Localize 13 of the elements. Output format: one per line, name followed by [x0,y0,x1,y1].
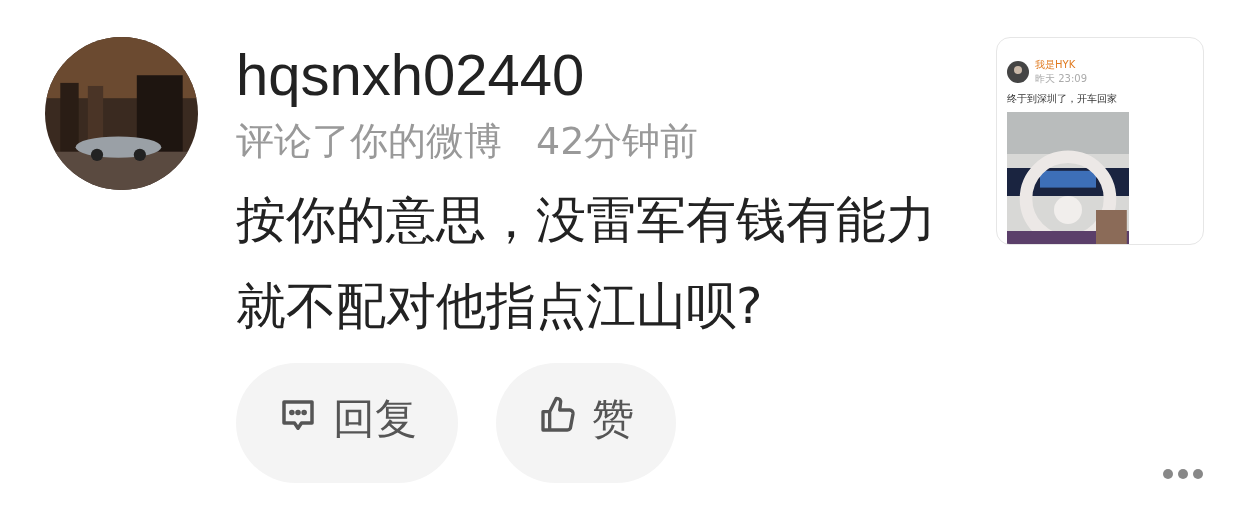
more-icon[interactable] [1162,468,1204,480]
username[interactable]: hqsnxh02440 [236,37,956,113]
comment-time: 42分钟前 [536,119,699,163]
reply-button[interactable]: 回复 [236,363,458,483]
avatar-icon [1007,61,1029,83]
post-preview-card[interactable]: 我是HYK 昨天 23:09 终于到深圳了，开车回家 [996,37,1204,245]
like-button[interactable]: 赞 [496,363,676,483]
post-author: 我是HYK [1035,58,1077,72]
post-time: 昨天 23:09 [1035,72,1087,86]
comment-text: 按你的意思，没雷军有钱有能力就不配对他指点江山呗? [236,190,936,337]
post-text: 终于到深圳了，开车回家 [1007,92,1118,106]
comment-action: 评论了你的微博 [236,119,502,163]
thumbs-up-icon [538,395,578,435]
